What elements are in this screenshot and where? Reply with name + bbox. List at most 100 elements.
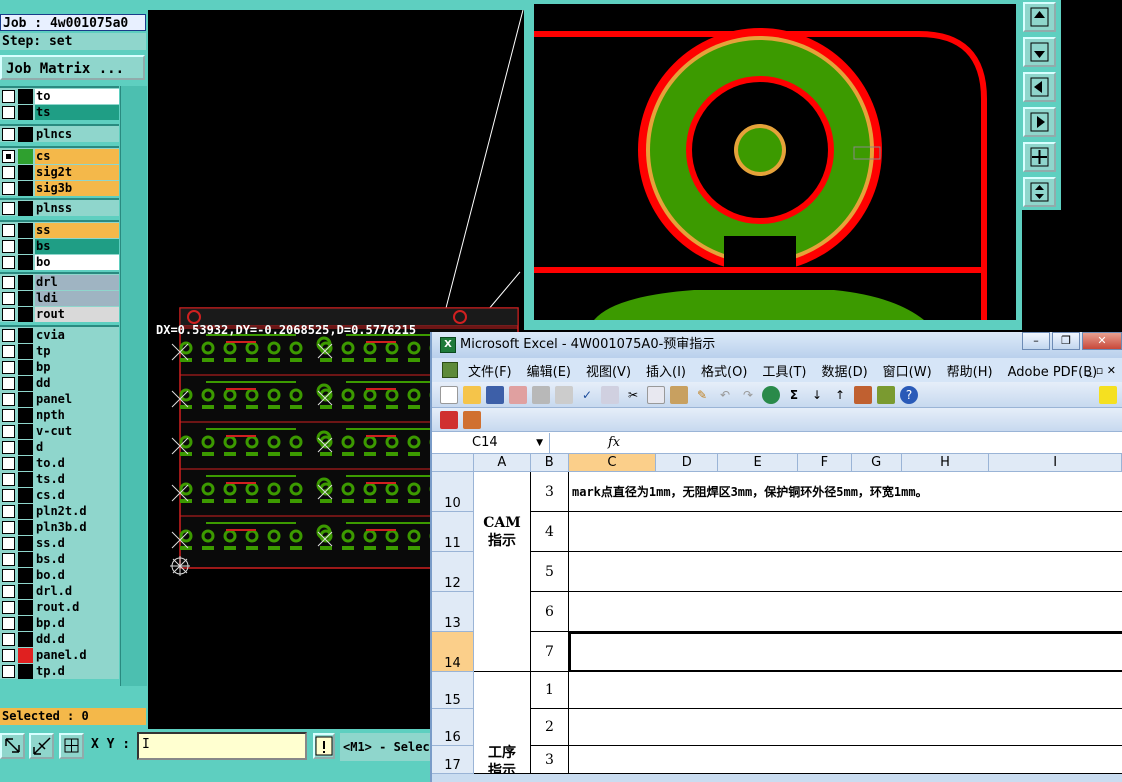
layer-name[interactable]: tp [35,343,119,359]
layer-name[interactable]: drl [35,274,119,290]
layer-name[interactable]: cvia [35,327,119,343]
copy-icon[interactable] [647,385,665,404]
col-e[interactable]: E [718,454,798,471]
layer-name[interactable]: sig2t [35,164,119,180]
layer-checkbox[interactable] [2,648,15,662]
layer-checkbox[interactable] [2,632,15,646]
layer-checkbox[interactable] [2,552,15,566]
layer-color-swatch[interactable] [18,487,33,503]
layer-checkbox[interactable] [2,328,15,342]
layer-row-cs-d[interactable]: cs.d [0,487,119,503]
zoom-in-icon[interactable] [1023,142,1056,172]
layer-checkbox[interactable] [2,440,15,454]
menu-item[interactable]: 帮助(H) [947,365,993,380]
close-button[interactable]: ✕ [1082,332,1122,350]
row-header[interactable]: 12 [432,552,474,592]
layer-color-swatch[interactable] [18,88,33,104]
layer-checkbox[interactable] [2,201,15,215]
layer-name[interactable]: d [35,439,119,455]
layer-name[interactable]: ts [35,104,119,120]
layer-name[interactable]: v-cut [35,423,119,439]
row-header[interactable]: 10 [432,472,474,512]
layer-name[interactable]: to [35,88,119,104]
pan-right-icon[interactable] [1023,107,1056,137]
row-header[interactable]: 13 [432,592,474,632]
redo-icon[interactable]: ↷ [739,386,757,404]
layer-name[interactable]: ss.d [35,535,119,551]
spelling-icon[interactable]: ✓ [578,386,596,404]
sort-desc-icon[interactable]: ↑ [831,386,849,404]
layer-name[interactable]: drl.d [35,583,119,599]
layer-row-drl-d[interactable]: drl.d [0,583,119,599]
menu-item[interactable]: 格式(O) [701,365,747,380]
layer-checkbox[interactable] [2,291,15,305]
layer-color-swatch[interactable] [18,535,33,551]
layer-color-swatch[interactable] [18,407,33,423]
cam-instruction-label[interactable]: CAM 指示 [474,472,531,672]
layer-checkbox[interactable] [2,616,15,630]
permission-icon[interactable] [509,385,527,404]
col-b[interactable]: B [531,454,569,471]
cell-c[interactable] [569,512,1122,552]
layer-checkbox[interactable] [2,360,15,374]
menu-item[interactable]: 视图(V) [586,365,631,380]
layer-color-swatch[interactable] [18,359,33,375]
layer-row-bo[interactable]: bo [0,254,119,270]
layer-color-swatch[interactable] [18,180,33,196]
layer-checkbox[interactable] [2,424,15,438]
layer-name[interactable]: bp.d [35,615,119,631]
layer-row-bs-d[interactable]: bs.d [0,551,119,567]
layer-checkbox[interactable] [2,239,15,253]
layer-color-swatch[interactable] [18,391,33,407]
name-box[interactable]: C14 [432,432,550,453]
layer-row-bo-d[interactable]: bo.d [0,567,119,583]
layer-checkbox[interactable] [2,149,15,163]
layer-checkbox[interactable] [2,584,15,598]
layer-color-swatch[interactable] [18,274,33,290]
autosum-icon[interactable]: Σ [785,386,803,404]
layer-name[interactable]: plnss [35,200,119,216]
cut-icon[interactable]: ✂ [624,386,642,404]
layer-row-sig3b[interactable]: sig3b [0,180,119,196]
col-f[interactable]: F [798,454,852,471]
menu-item[interactable]: 窗口(W) [883,365,932,380]
layer-name[interactable]: panel [35,391,119,407]
layer-color-swatch[interactable] [18,327,33,343]
layer-name[interactable]: ldi [35,290,119,306]
alert-icon[interactable] [313,733,335,759]
layer-name[interactable]: to.d [35,455,119,471]
col-g[interactable]: G [852,454,902,471]
layer-checkbox[interactable] [2,536,15,550]
print-icon[interactable] [532,385,550,404]
layer-name[interactable]: dd [35,375,119,391]
layer-row-sig2t[interactable]: sig2t [0,164,119,180]
layer-checkbox[interactable] [2,600,15,614]
cell-b[interactable]: 7 [531,632,569,672]
layer-checkbox[interactable] [2,664,15,678]
window-controls[interactable]: _ ▫ ✕ [1087,364,1116,377]
layer-color-swatch[interactable] [18,647,33,663]
drawing-icon[interactable] [877,385,895,404]
layer-row-cs[interactable]: cs [0,148,119,164]
layer-row-dd[interactable]: dd [0,375,119,391]
hyperlink-icon[interactable] [762,385,780,404]
layer-checkbox[interactable] [2,568,15,582]
layer-checkbox[interactable] [2,456,15,470]
cell-b[interactable]: 3 [531,472,569,512]
layer-name[interactable]: panel.d [35,647,119,663]
layer-color-swatch[interactable] [18,551,33,567]
layer-name[interactable]: bp [35,359,119,375]
cell-b[interactable]: 1 [531,672,569,709]
menu-item[interactable]: Adobe PDF(B) [1008,365,1098,380]
layer-name[interactable]: pln2t.d [35,503,119,519]
layer-row-bs[interactable]: bs [0,238,119,254]
minimize-button[interactable]: – [1022,332,1050,350]
cell-c[interactable] [569,592,1122,632]
layer-color-swatch[interactable] [18,222,33,238]
layer-color-swatch[interactable] [18,503,33,519]
col-d[interactable]: D [656,454,719,471]
layer-checkbox[interactable] [2,472,15,486]
layer-row-rout[interactable]: rout [0,306,119,322]
workbook-icon[interactable] [442,362,458,378]
research-icon[interactable] [601,385,619,404]
